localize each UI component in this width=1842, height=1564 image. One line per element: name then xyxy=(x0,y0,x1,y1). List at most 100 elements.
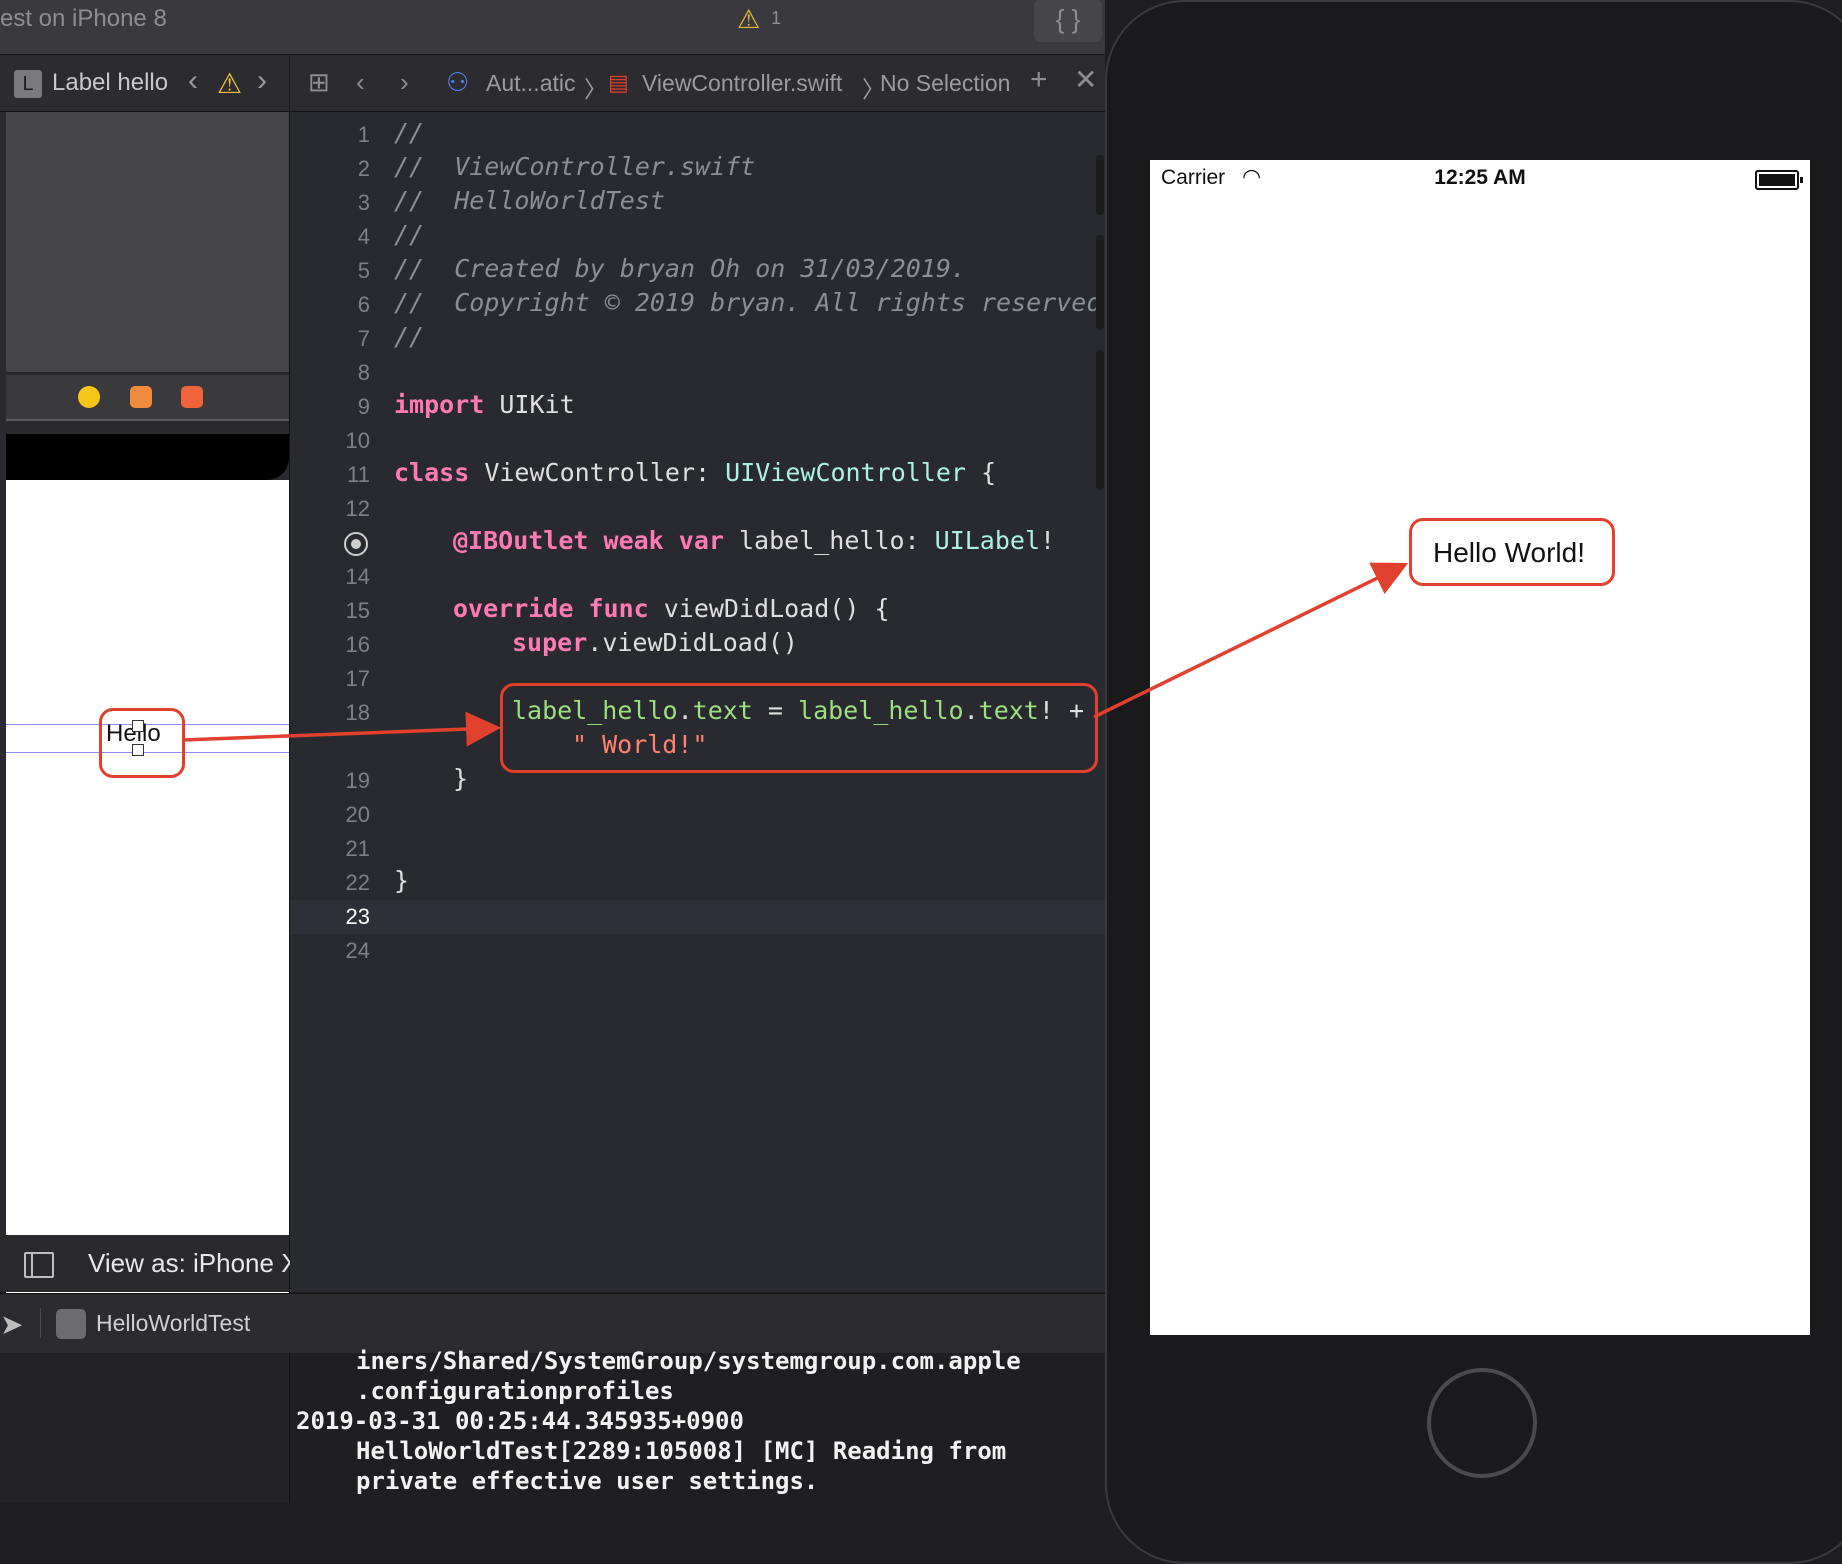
keyword: override func xyxy=(453,594,649,623)
line-number: 14 xyxy=(345,564,370,589)
line-number: 6 xyxy=(357,292,370,317)
line-number: 3 xyxy=(357,190,370,215)
code-line-9: import UIKit xyxy=(394,390,575,419)
line-number: 8 xyxy=(357,360,370,385)
line-number: 2 xyxy=(357,156,370,181)
status-bar-time: 12:25 AM xyxy=(1434,166,1526,189)
line-number: 16 xyxy=(345,632,370,657)
annotation-highlight xyxy=(99,708,185,778)
class-name: ViewController: xyxy=(469,458,726,487)
line-number: 19 xyxy=(345,768,370,793)
punctuation: ! xyxy=(1040,526,1056,555)
keyword: class xyxy=(394,458,470,487)
view-as-device[interactable]: View as: iPhone X xyxy=(88,1248,299,1279)
code-line-22: } xyxy=(394,866,410,895)
assistant-icon: ⚇ xyxy=(446,67,470,97)
chevron-left-icon[interactable]: ‹ xyxy=(356,67,365,98)
type-name: UIViewController xyxy=(725,458,966,487)
top-toolbar: est on iPhone 8 ⚠ 1 { } xyxy=(0,0,1105,55)
home-button[interactable] xyxy=(1427,1368,1537,1478)
console-line: 2019-03-31 00:25:44.345935+0900 xyxy=(296,1407,744,1435)
view-controller-view[interactable] xyxy=(6,480,289,1340)
keyword: import xyxy=(394,390,485,419)
keyword: super xyxy=(512,628,588,657)
punctuation: { xyxy=(965,458,997,487)
line-number: 1 xyxy=(357,122,370,147)
line-number: 15 xyxy=(345,598,370,623)
hello-world-label: Hello World! xyxy=(1433,537,1585,568)
attribute: @IBOutlet xyxy=(453,526,589,555)
debug-bar: ➤ HelloWorldTest xyxy=(0,1293,1105,1354)
line-number: 5 xyxy=(357,258,370,283)
method-call: .viewDidLoad() xyxy=(587,628,798,657)
console-line: iners/Shared/SystemGroup/systemgroup.com… xyxy=(356,1347,1021,1375)
device-icon[interactable] xyxy=(24,1252,54,1278)
first-responder-icon[interactable] xyxy=(130,386,152,408)
line-number: 22 xyxy=(345,870,370,895)
line-number: 21 xyxy=(345,836,370,861)
minimap-scrollbar[interactable] xyxy=(1096,155,1104,495)
line-number: 4 xyxy=(357,224,370,249)
line-number: 17 xyxy=(345,666,370,691)
close-editor-icon[interactable]: ✕ xyxy=(1074,63,1097,96)
console-line: HelloWorldTest[2289:105008] [MC] Reading… xyxy=(356,1437,1007,1465)
chevron-right-icon[interactable]: › xyxy=(400,67,409,98)
code-line-3: // HelloWorldTest xyxy=(394,186,665,215)
debug-app-name[interactable]: HelloWorldTest xyxy=(96,1310,250,1337)
code-line-11: class ViewController: UIViewController { xyxy=(394,458,996,487)
add-editor-icon[interactable]: + xyxy=(1030,63,1048,97)
divider xyxy=(40,1308,41,1338)
property-name: label_hello: xyxy=(723,526,935,555)
code-line-1: // xyxy=(394,118,425,147)
code-line-19: } xyxy=(453,764,469,793)
line-number: 24 xyxy=(345,938,370,963)
label-icon: L xyxy=(14,70,42,98)
breadcrumb-separator: 〉 xyxy=(584,76,607,102)
outlet-connection-icon[interactable] xyxy=(344,532,368,556)
device-notch-area xyxy=(6,434,289,480)
simulator-screen[interactable]: Carrier ◠ 12:25 AM xyxy=(1150,160,1810,1335)
storyboard-jump-bar: L Label hello ‹ ⚠ › xyxy=(0,55,289,112)
code-line-16: super.viewDidLoad() xyxy=(512,628,798,657)
console-line: private effective user settings. xyxy=(356,1467,819,1495)
warning-icon[interactable]: ⚠ xyxy=(737,4,760,35)
view-controller-icon[interactable] xyxy=(78,386,100,408)
code-line-4: // xyxy=(394,220,425,249)
variables-view[interactable] xyxy=(0,1353,290,1502)
jump-bar-label[interactable]: Label hello xyxy=(52,69,168,97)
code-line-6: // Copyright © 2019 bryan. All rights re… xyxy=(394,288,1102,317)
line-number: 11 xyxy=(347,462,370,487)
jump-bar-selection[interactable]: No Selection xyxy=(880,70,1010,97)
line-number: 18 xyxy=(345,700,370,725)
warning-count[interactable]: 1 xyxy=(771,8,781,29)
jump-bar-automatic[interactable]: Aut...atic xyxy=(486,70,575,97)
keyword: weak var xyxy=(588,526,724,555)
code-line-13: @IBOutlet weak var label_hello: UILabel! xyxy=(453,526,1055,555)
jump-bar-file[interactable]: ViewController.swift xyxy=(642,70,842,97)
line-number-active: 23 xyxy=(345,904,370,929)
chevron-right-icon[interactable]: › xyxy=(257,64,267,98)
braces-icon[interactable]: { } xyxy=(1034,0,1102,42)
code-line-7: // xyxy=(394,322,425,351)
location-icon[interactable]: ➤ xyxy=(0,1308,23,1341)
chevron-left-icon[interactable]: ‹ xyxy=(188,64,198,98)
code-line-5: // Created by bryan Oh on 31/03/2019. xyxy=(394,254,966,283)
canvas-background xyxy=(6,112,289,372)
scene-dock xyxy=(6,374,289,421)
exit-icon[interactable] xyxy=(181,386,203,408)
function-signature: viewDidLoad() { xyxy=(648,594,890,623)
warning-icon[interactable]: ⚠ xyxy=(217,67,242,100)
line-number: 12 xyxy=(345,496,370,521)
line-number: 10 xyxy=(345,428,370,453)
line-number: 20 xyxy=(345,802,370,827)
swift-file-icon: ▤ xyxy=(608,70,629,95)
line-number: 7 xyxy=(357,326,370,351)
related-items-icon[interactable]: ⊞ xyxy=(308,67,330,98)
activity-status-title: est on iPhone 8 xyxy=(0,5,167,32)
type-name: UILabel xyxy=(934,526,1041,555)
code-line-15: override func viewDidLoad() { xyxy=(453,594,890,623)
app-icon xyxy=(56,1309,86,1339)
console-output[interactable]: iners/Shared/SystemGroup/systemgroup.com… xyxy=(290,1347,1105,1502)
storyboard-canvas[interactable]: Hello xyxy=(0,112,290,1340)
storyboard-bottom-bar: View as: iPhone X xyxy=(0,1235,299,1292)
